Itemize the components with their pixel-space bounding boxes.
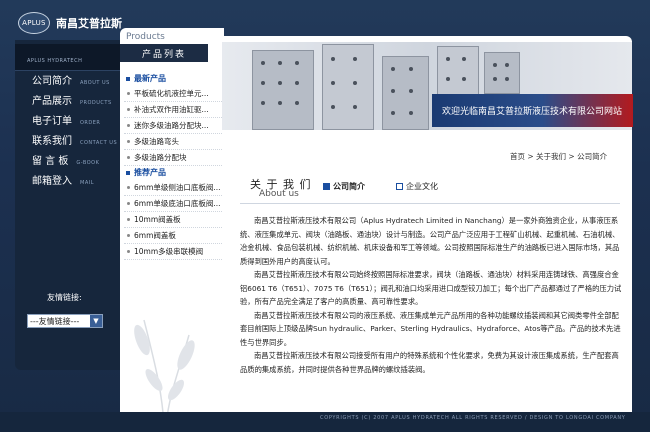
nav-label: 电子订单	[32, 116, 72, 127]
nav-header-text: APLUS HYDRATECH	[27, 58, 83, 64]
paragraph: 南昌艾普拉斯液压技术有限公司始终按照国际标准要求，阀块（油路板、通油块）材料采用…	[240, 270, 622, 306]
article-body: 南昌艾普拉斯液压技术有限公司（Aplus Hydratech Limited i…	[240, 214, 622, 376]
plant-decoration-icon	[134, 319, 195, 425]
nav-label-en: MAIL	[80, 180, 94, 186]
nav-header: APLUS HYDRATECH	[15, 44, 120, 71]
paragraph: 南昌艾普拉斯液压技术有限公司的液压系统、液压集成单元产品所用的各种功能螺纹插装阀…	[240, 310, 621, 347]
category-recommended[interactable]: 推荐产品	[124, 166, 222, 180]
nav-label-en: CONTACT US	[80, 140, 118, 146]
nav-label-en: PRODUCTS	[80, 100, 112, 106]
product-item[interactable]: 10mm多级串联模阀	[124, 244, 222, 260]
product-item[interactable]: 补油式双作用油缸驱...	[124, 102, 222, 118]
tab-corporate-culture[interactable]: 企业文化	[396, 181, 438, 192]
nav-item-mail[interactable]: 邮箱登入 MAIL	[15, 172, 120, 192]
nav-label: 邮箱登入	[32, 176, 72, 187]
nav-item-contact[interactable]: 联系我们 CONTACT US	[15, 132, 120, 152]
friend-links-select[interactable]: ---友情链接--- ▼	[27, 314, 103, 328]
manifold-block-icon	[484, 52, 520, 94]
copyright: COPYRIGHTS (C) 2007 APLUS HYDRATECH ALL …	[320, 415, 626, 421]
nav-label: 产品展示	[32, 96, 72, 107]
nav-label: 留 言 板	[32, 156, 69, 167]
nav-item-guestbook[interactable]: 留 言 板 G-BOOK	[15, 152, 120, 172]
manifold-block-icon	[437, 46, 479, 98]
paragraph: 南昌艾普拉斯液压技术有限公司接受所有用户的特殊系统和个性化要求，免费为其设计液压…	[240, 351, 619, 374]
logo-name: 南昌艾普拉斯	[56, 17, 122, 30]
breadcrumb[interactable]: 首页 > 关于我们 > 公司简介	[510, 151, 607, 162]
product-item[interactable]: 6mm单级底油口底板阀...	[124, 196, 222, 212]
product-item[interactable]: 迷你多级油路分配块...	[124, 118, 222, 134]
nav-item-products[interactable]: 产品展示 PRODUCTS	[15, 92, 120, 112]
nav-label: 公司简介	[32, 76, 72, 87]
manifold-block-icon	[382, 56, 429, 130]
chevron-down-icon: ▼	[90, 315, 102, 327]
products-heading-en: Products	[126, 32, 165, 42]
page-subtitle: About us	[259, 189, 299, 199]
category-new[interactable]: 最新产品	[124, 72, 222, 86]
product-item[interactable]: 平板硫化机液控单元...	[124, 86, 222, 102]
manifold-block-icon	[252, 50, 314, 130]
nav-label: 联系我们	[32, 136, 72, 147]
site-logo[interactable]: APLUS 南昌艾普拉斯	[18, 12, 122, 34]
logo-badge: APLUS	[18, 12, 50, 34]
manifold-block-icon	[322, 44, 374, 130]
divider	[240, 203, 620, 204]
nav-label-en: ABOUT US	[80, 80, 110, 86]
product-list: 最新产品 平板硫化机液控单元... 补油式双作用油缸驱... 迷你多级油路分配块…	[124, 72, 222, 260]
nav-label-en: G-BOOK	[76, 160, 100, 166]
product-item[interactable]: 多级油路弯头	[124, 134, 222, 150]
nav-item-order[interactable]: 电子订单 ORDER	[15, 112, 120, 132]
product-item[interactable]: 10mm阀盖板	[124, 212, 222, 228]
paragraph: 南昌艾普拉斯液压技术有限公司（Aplus Hydratech Limited i…	[240, 216, 620, 266]
welcome-banner: 欢迎光临南昌艾普拉斯液压技术有限公司网站	[432, 94, 633, 127]
main-nav: 公司简介 ABOUT US 产品展示 PRODUCTS 电子订单 ORDER 联系我们…	[15, 72, 120, 192]
product-item[interactable]: 多级油路分配块	[124, 150, 222, 166]
nav-label-en: ORDER	[80, 120, 101, 126]
friend-links-value: ---友情链接---	[30, 316, 80, 326]
product-item[interactable]: 6mm单级侧油口底板阀...	[124, 180, 222, 196]
tab-company-profile[interactable]: 公司简介	[323, 181, 365, 192]
nav-item-about[interactable]: 公司简介 ABOUT US	[15, 72, 120, 92]
products-heading: 产品列表	[120, 44, 208, 62]
product-item[interactable]: 6mm阀盖板	[124, 228, 222, 244]
friend-links-label: 友情链接:	[47, 293, 82, 302]
